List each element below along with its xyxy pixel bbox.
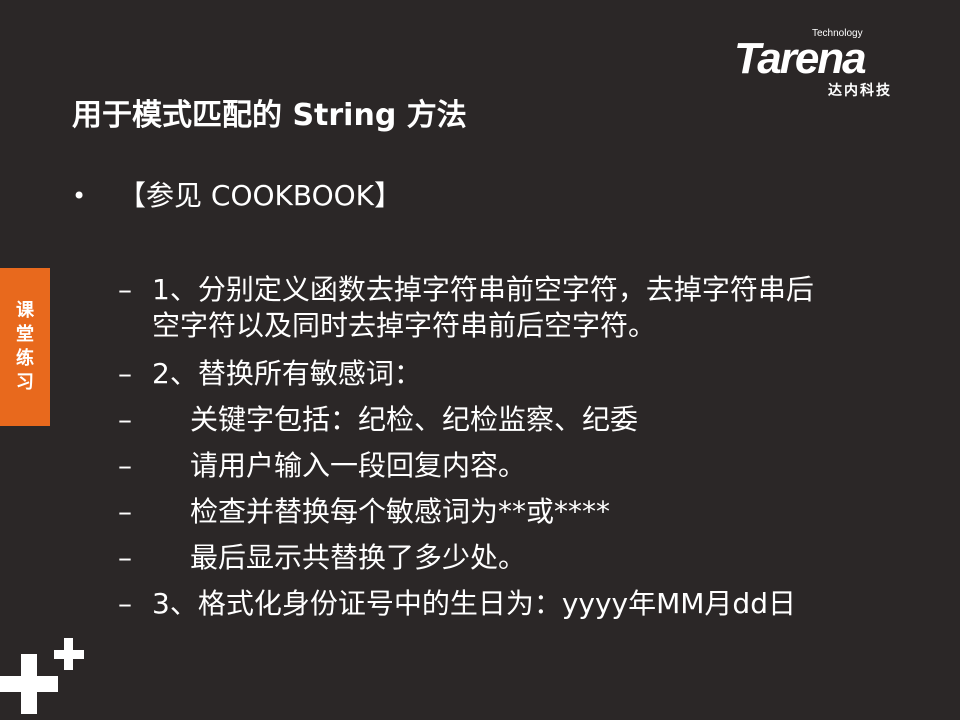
side-tab-char: 习 xyxy=(16,372,34,393)
list-dash: – xyxy=(118,357,132,390)
bullet-text: 【参见 COOKBOOK】 xyxy=(118,179,403,212)
list-item-text: 3、格式化身份证号中的生日为：yyyy年MM月dd日 xyxy=(152,587,796,620)
list-dash: – xyxy=(118,541,132,574)
list-item-text: 2、替换所有敏感词： xyxy=(152,357,422,390)
list-dash: – xyxy=(118,449,132,482)
classroom-exercise-tab: 课 堂 练 习 xyxy=(0,268,50,426)
list-dash: – xyxy=(118,587,132,620)
bullet-dot: • xyxy=(72,182,87,210)
plus-large-bar-v xyxy=(21,654,37,714)
list-item-text: 检查并替换每个敏感词为**或**** xyxy=(190,495,611,528)
list-dash: – xyxy=(118,495,132,528)
list-item-text: 关键字包括：纪检、纪检监察、纪委 xyxy=(190,403,639,436)
list-item-text: 请用户输入一段回复内容。 xyxy=(190,449,527,482)
plus-small-bar-v xyxy=(64,638,73,670)
list-dash: – xyxy=(118,273,132,306)
logo-subtitle-text: 达内科技 xyxy=(828,83,892,99)
list-dash: – xyxy=(118,403,132,436)
list-item-text: 最后显示共替换了多少处。 xyxy=(190,541,527,574)
side-tab-char: 课 xyxy=(16,300,34,321)
side-tab-char: 练 xyxy=(16,348,34,369)
tarena-logo: Technology Tarena 达内科技 xyxy=(732,22,932,102)
list-item-text: 空字符以及同时去掉字符串前后空字符。 xyxy=(152,309,657,342)
logo-brand-text: Tarena xyxy=(734,34,867,83)
side-tab-char: 堂 xyxy=(16,324,34,345)
slide-title: 用于模式匹配的 String 方法 xyxy=(72,98,467,133)
